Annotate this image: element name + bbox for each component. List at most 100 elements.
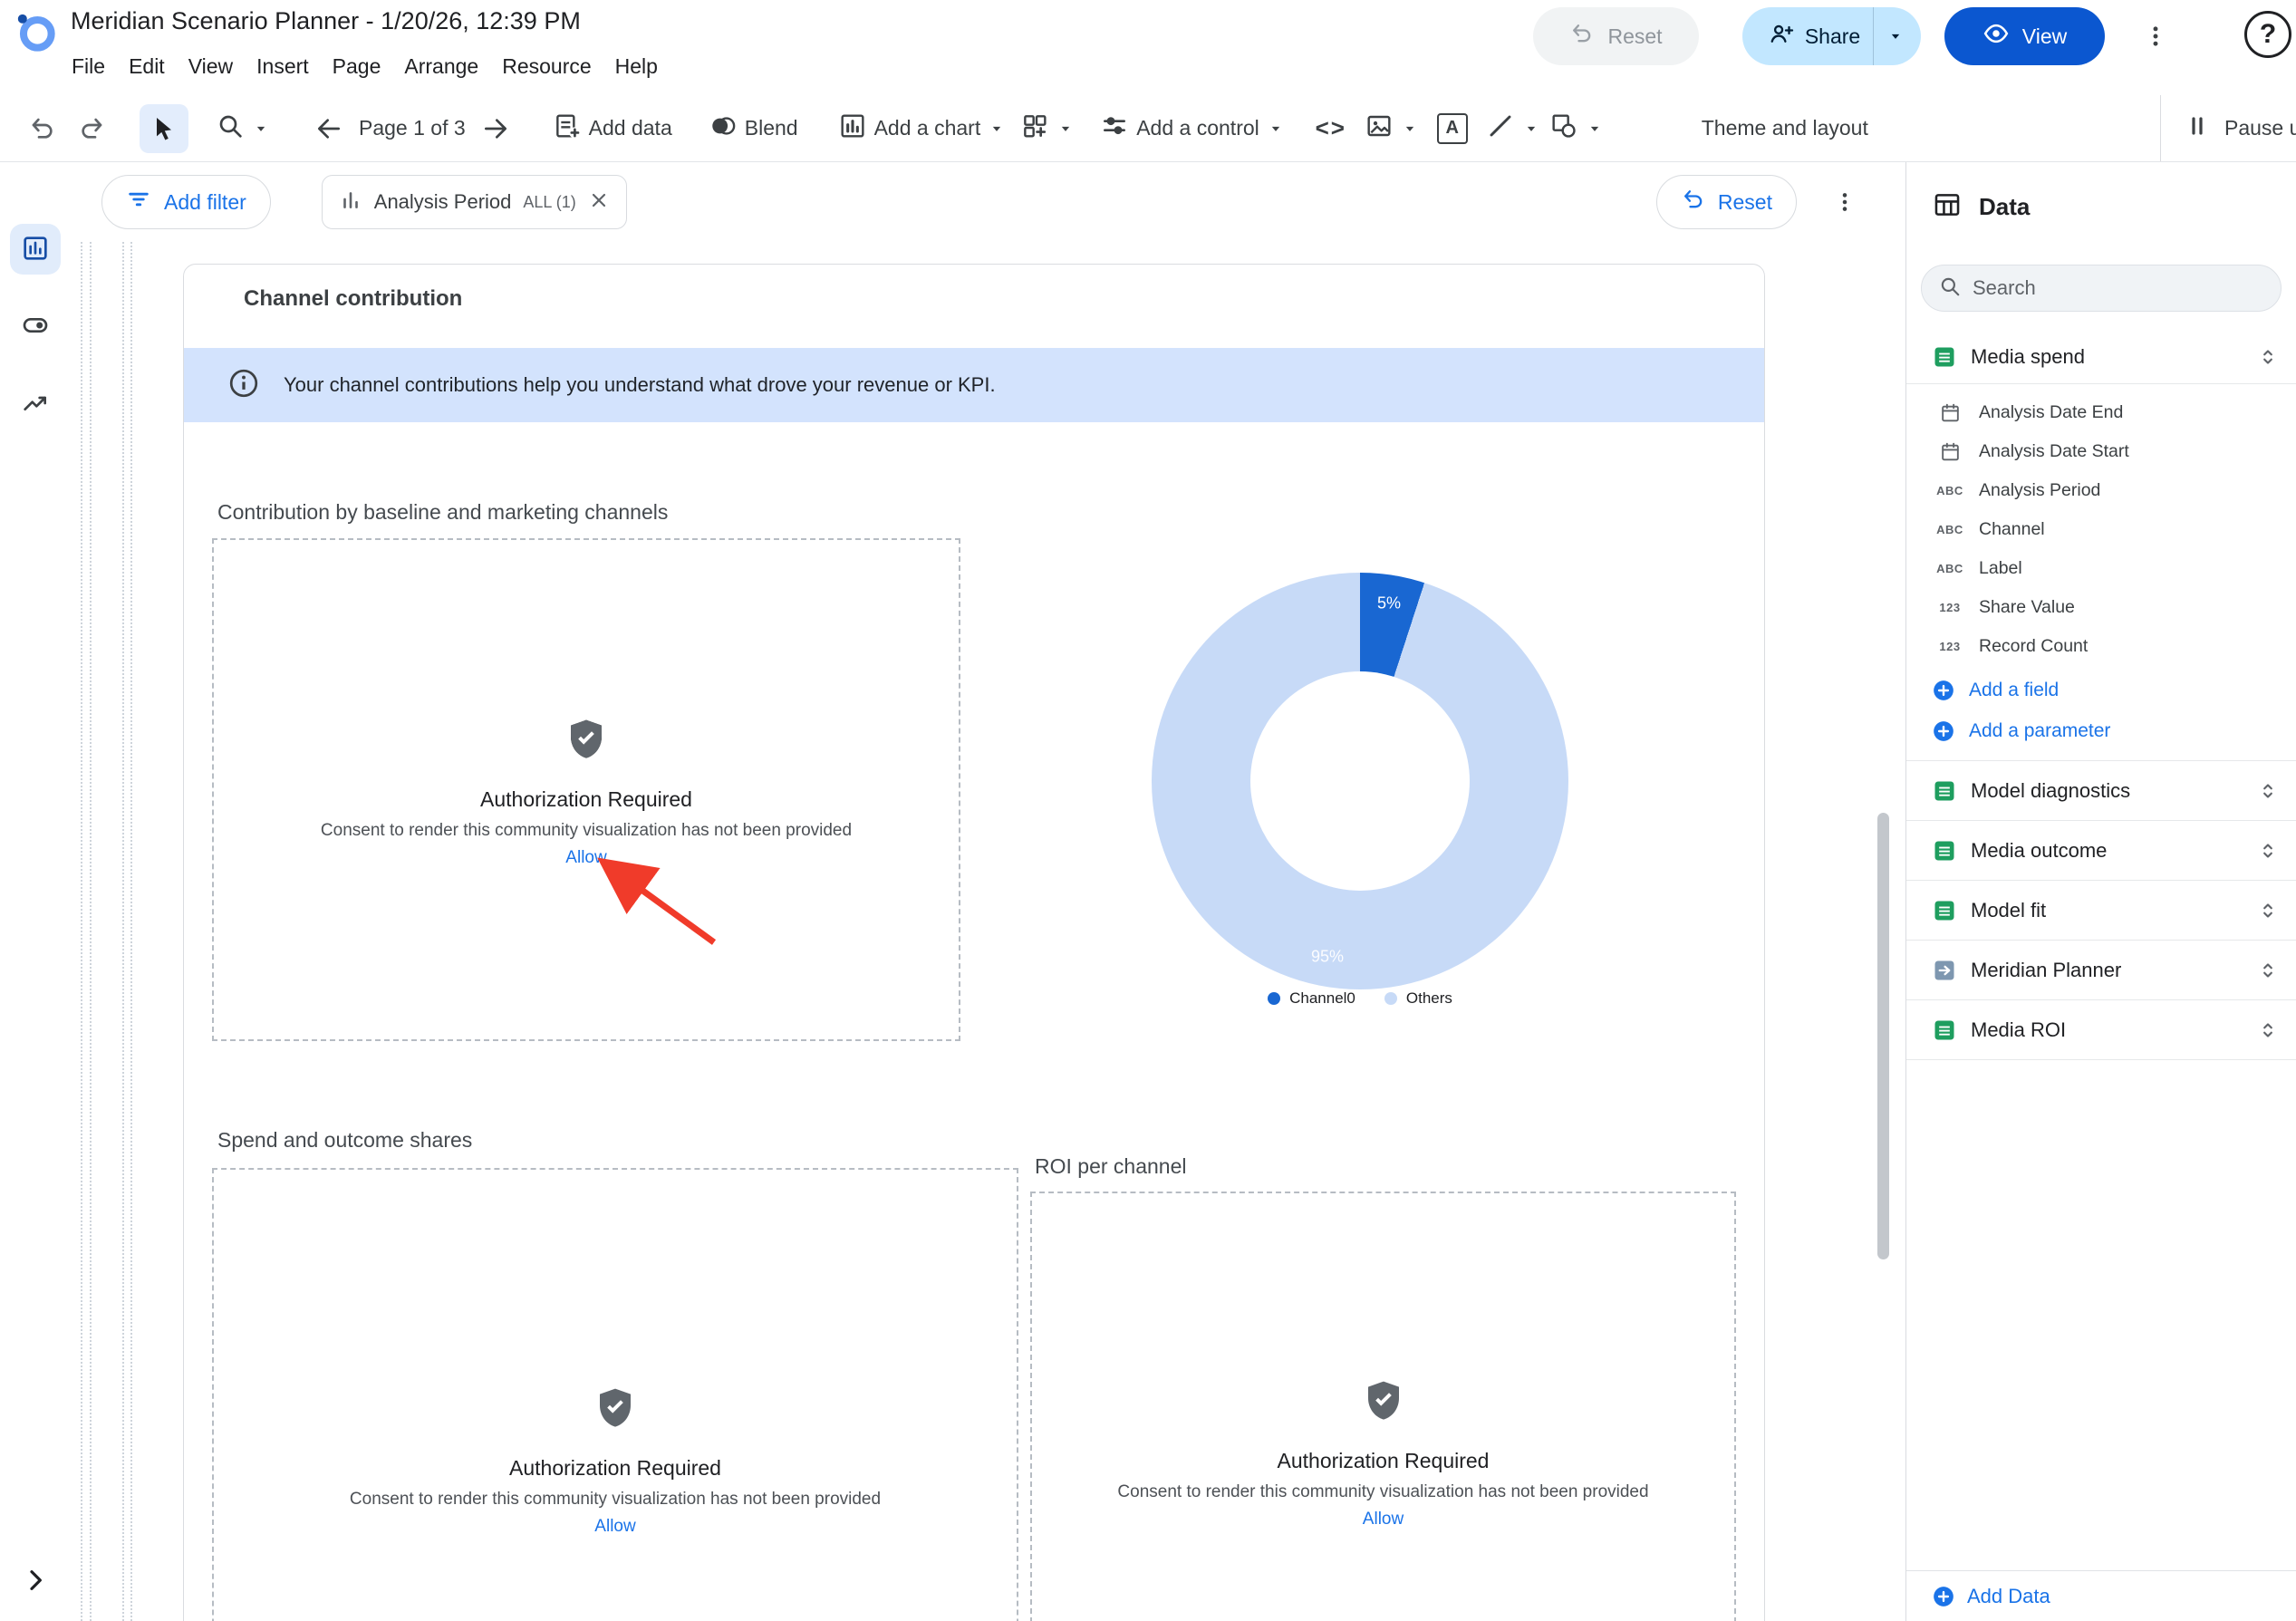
expand-icon[interactable]: [2256, 959, 2280, 982]
expand-icon[interactable]: [2256, 839, 2280, 863]
field-analysis-period[interactable]: ABC Analysis Period: [1906, 471, 2296, 510]
filter-bar-kebab-icon[interactable]: [1820, 178, 1869, 227]
menu-page[interactable]: Page: [321, 47, 393, 86]
toggle-icon: [21, 311, 50, 343]
expand-icon[interactable]: [2256, 899, 2280, 922]
data-search-box[interactable]: [1921, 265, 2282, 312]
rail-controls-button[interactable]: [10, 301, 61, 352]
image-icon: [1365, 111, 1394, 145]
previous-page-button[interactable]: [304, 104, 353, 153]
community-visualizations-button[interactable]: [1020, 111, 1075, 145]
rail-expand-button[interactable]: [10, 1556, 61, 1607]
shape-tool-button[interactable]: [1549, 111, 1604, 145]
field-analysis-date-end[interactable]: Analysis Date End: [1906, 393, 2296, 432]
channel-donut-chart[interactable]: 5% 95%: [1152, 573, 1568, 989]
donut-slice-label-others: 95%: [1311, 948, 1344, 967]
share-options-caret[interactable]: [1873, 7, 1916, 65]
close-icon[interactable]: [588, 189, 610, 216]
sheets-source-icon: [1932, 344, 1957, 370]
data-source-model-fit[interactable]: Model fit: [1906, 881, 2296, 941]
zoom-tool[interactable]: [216, 111, 270, 145]
data-source-model-diagnostics[interactable]: Model diagnostics: [1906, 761, 2296, 821]
menu-help[interactable]: Help: [603, 47, 670, 86]
sheets-source-icon: [1932, 838, 1957, 864]
menu-insert[interactable]: Insert: [245, 47, 321, 86]
data-source-media-roi[interactable]: Media ROI: [1906, 1000, 2296, 1060]
chevron-right-icon: [21, 1566, 50, 1597]
expand-icon[interactable]: [2256, 1018, 2280, 1042]
share-button-main[interactable]: Share: [1747, 7, 1873, 65]
donut-hole: [1250, 671, 1470, 891]
select-tool-button[interactable]: [140, 104, 188, 153]
legend-item-others[interactable]: Others: [1384, 989, 1452, 1008]
allow-link[interactable]: Allow: [594, 1517, 635, 1537]
chart-panel-icon: [21, 234, 50, 265]
menu-view[interactable]: View: [177, 47, 245, 86]
view-button[interactable]: View: [1944, 7, 2105, 65]
add-data-button[interactable]: Add data: [553, 111, 672, 145]
rail-charts-button[interactable]: [10, 224, 61, 275]
plus-circle-icon: [1932, 1585, 1955, 1608]
menu-edit[interactable]: Edit: [117, 47, 177, 86]
field-analysis-date-start[interactable]: Analysis Date Start: [1906, 432, 2296, 471]
filter-reset-button[interactable]: Reset: [1656, 175, 1797, 229]
add-data-button-bottom[interactable]: Add Data: [1906, 1570, 2296, 1621]
legend-item-channel0[interactable]: Channel0: [1268, 989, 1355, 1008]
legend-dot: [1384, 992, 1397, 1005]
undo-button[interactable]: [18, 104, 67, 153]
plus-circle-icon: [1932, 719, 1955, 743]
next-page-button[interactable]: [471, 104, 520, 153]
menu-file[interactable]: File: [60, 47, 117, 86]
search-input[interactable]: [1973, 276, 2264, 300]
auth-title: Authorization Required: [1278, 1449, 1490, 1473]
line-tool-button[interactable]: [1486, 111, 1540, 145]
blend-button[interactable]: Blend: [709, 111, 798, 145]
report-canvas: Channel contribution Your channel contri…: [71, 242, 1905, 1621]
field-channel[interactable]: ABC Channel: [1906, 510, 2296, 549]
section-heading-contribution: Contribution by baseline and marketing c…: [217, 500, 668, 525]
allow-link[interactable]: Allow: [1363, 1510, 1404, 1529]
auth-required-panel-roi: Authorization Required Consent to render…: [1030, 1192, 1736, 1621]
field-record-count[interactable]: 123 Record Count: [1906, 627, 2296, 666]
reset-button-header[interactable]: Reset: [1533, 7, 1699, 65]
data-panel-title: Data: [1979, 193, 2030, 221]
image-tool-button[interactable]: [1365, 111, 1419, 145]
text-tool-button[interactable]: A: [1428, 104, 1477, 153]
field-label[interactable]: ABC Label: [1906, 549, 2296, 588]
rail-trends-button[interactable]: [10, 379, 61, 429]
auth-required-panel-spend: Authorization Required Consent to render…: [212, 1168, 1018, 1621]
scrollbar-thumb[interactable]: [1877, 813, 1889, 1259]
info-icon: [227, 367, 260, 404]
looker-studio-logo-icon[interactable]: [14, 11, 56, 53]
expand-icon[interactable]: [2256, 779, 2280, 803]
collapse-icon[interactable]: [2256, 345, 2280, 369]
canvas-scrollbar[interactable]: [1877, 242, 1889, 1621]
magnifier-icon: [216, 111, 245, 145]
data-source-meridian-planner[interactable]: Meridian Planner: [1906, 941, 2296, 1000]
redo-button[interactable]: [67, 104, 116, 153]
allow-link[interactable]: Allow: [565, 848, 606, 868]
add-filter-button[interactable]: Add filter: [101, 175, 271, 229]
analysis-period-filter-chip[interactable]: Analysis Period ALL (1): [322, 175, 627, 229]
add-a-parameter-button[interactable]: Add a parameter: [1906, 710, 2296, 751]
looker-studio-app: Meridian Scenario Planner - 1/20/26, 12:…: [0, 0, 2296, 1621]
more-options-kebab-icon[interactable]: [2128, 9, 2183, 63]
pause-updates-button[interactable]: Pause u: [2160, 95, 2296, 161]
add-a-field-button[interactable]: Add a field: [1906, 670, 2296, 710]
chevron-down-icon: [1522, 120, 1540, 138]
field-share-value[interactable]: 123 Share Value: [1906, 588, 2296, 627]
text-type-icon: ABC: [1934, 523, 1966, 536]
undo-icon: [1681, 187, 1706, 217]
data-source-media-outcome[interactable]: Media outcome: [1906, 821, 2296, 881]
add-chart-button[interactable]: Add a chart: [838, 111, 1007, 145]
document-title[interactable]: Meridian Scenario Planner - 1/20/26, 12:…: [71, 7, 581, 35]
menu-arrange[interactable]: Arrange: [392, 47, 490, 86]
add-control-button[interactable]: Add a control: [1100, 111, 1285, 145]
theme-and-layout-button[interactable]: Theme and layout: [1702, 116, 1868, 140]
data-source-media-spend[interactable]: Media spend: [1906, 330, 2296, 384]
embed-tool-button[interactable]: <>: [1307, 104, 1355, 153]
page-indicator[interactable]: Page 1 of 3: [359, 116, 466, 140]
help-icon[interactable]: ?: [2244, 11, 2291, 58]
share-button[interactable]: Share: [1742, 7, 1921, 65]
menu-resource[interactable]: Resource: [490, 47, 603, 86]
